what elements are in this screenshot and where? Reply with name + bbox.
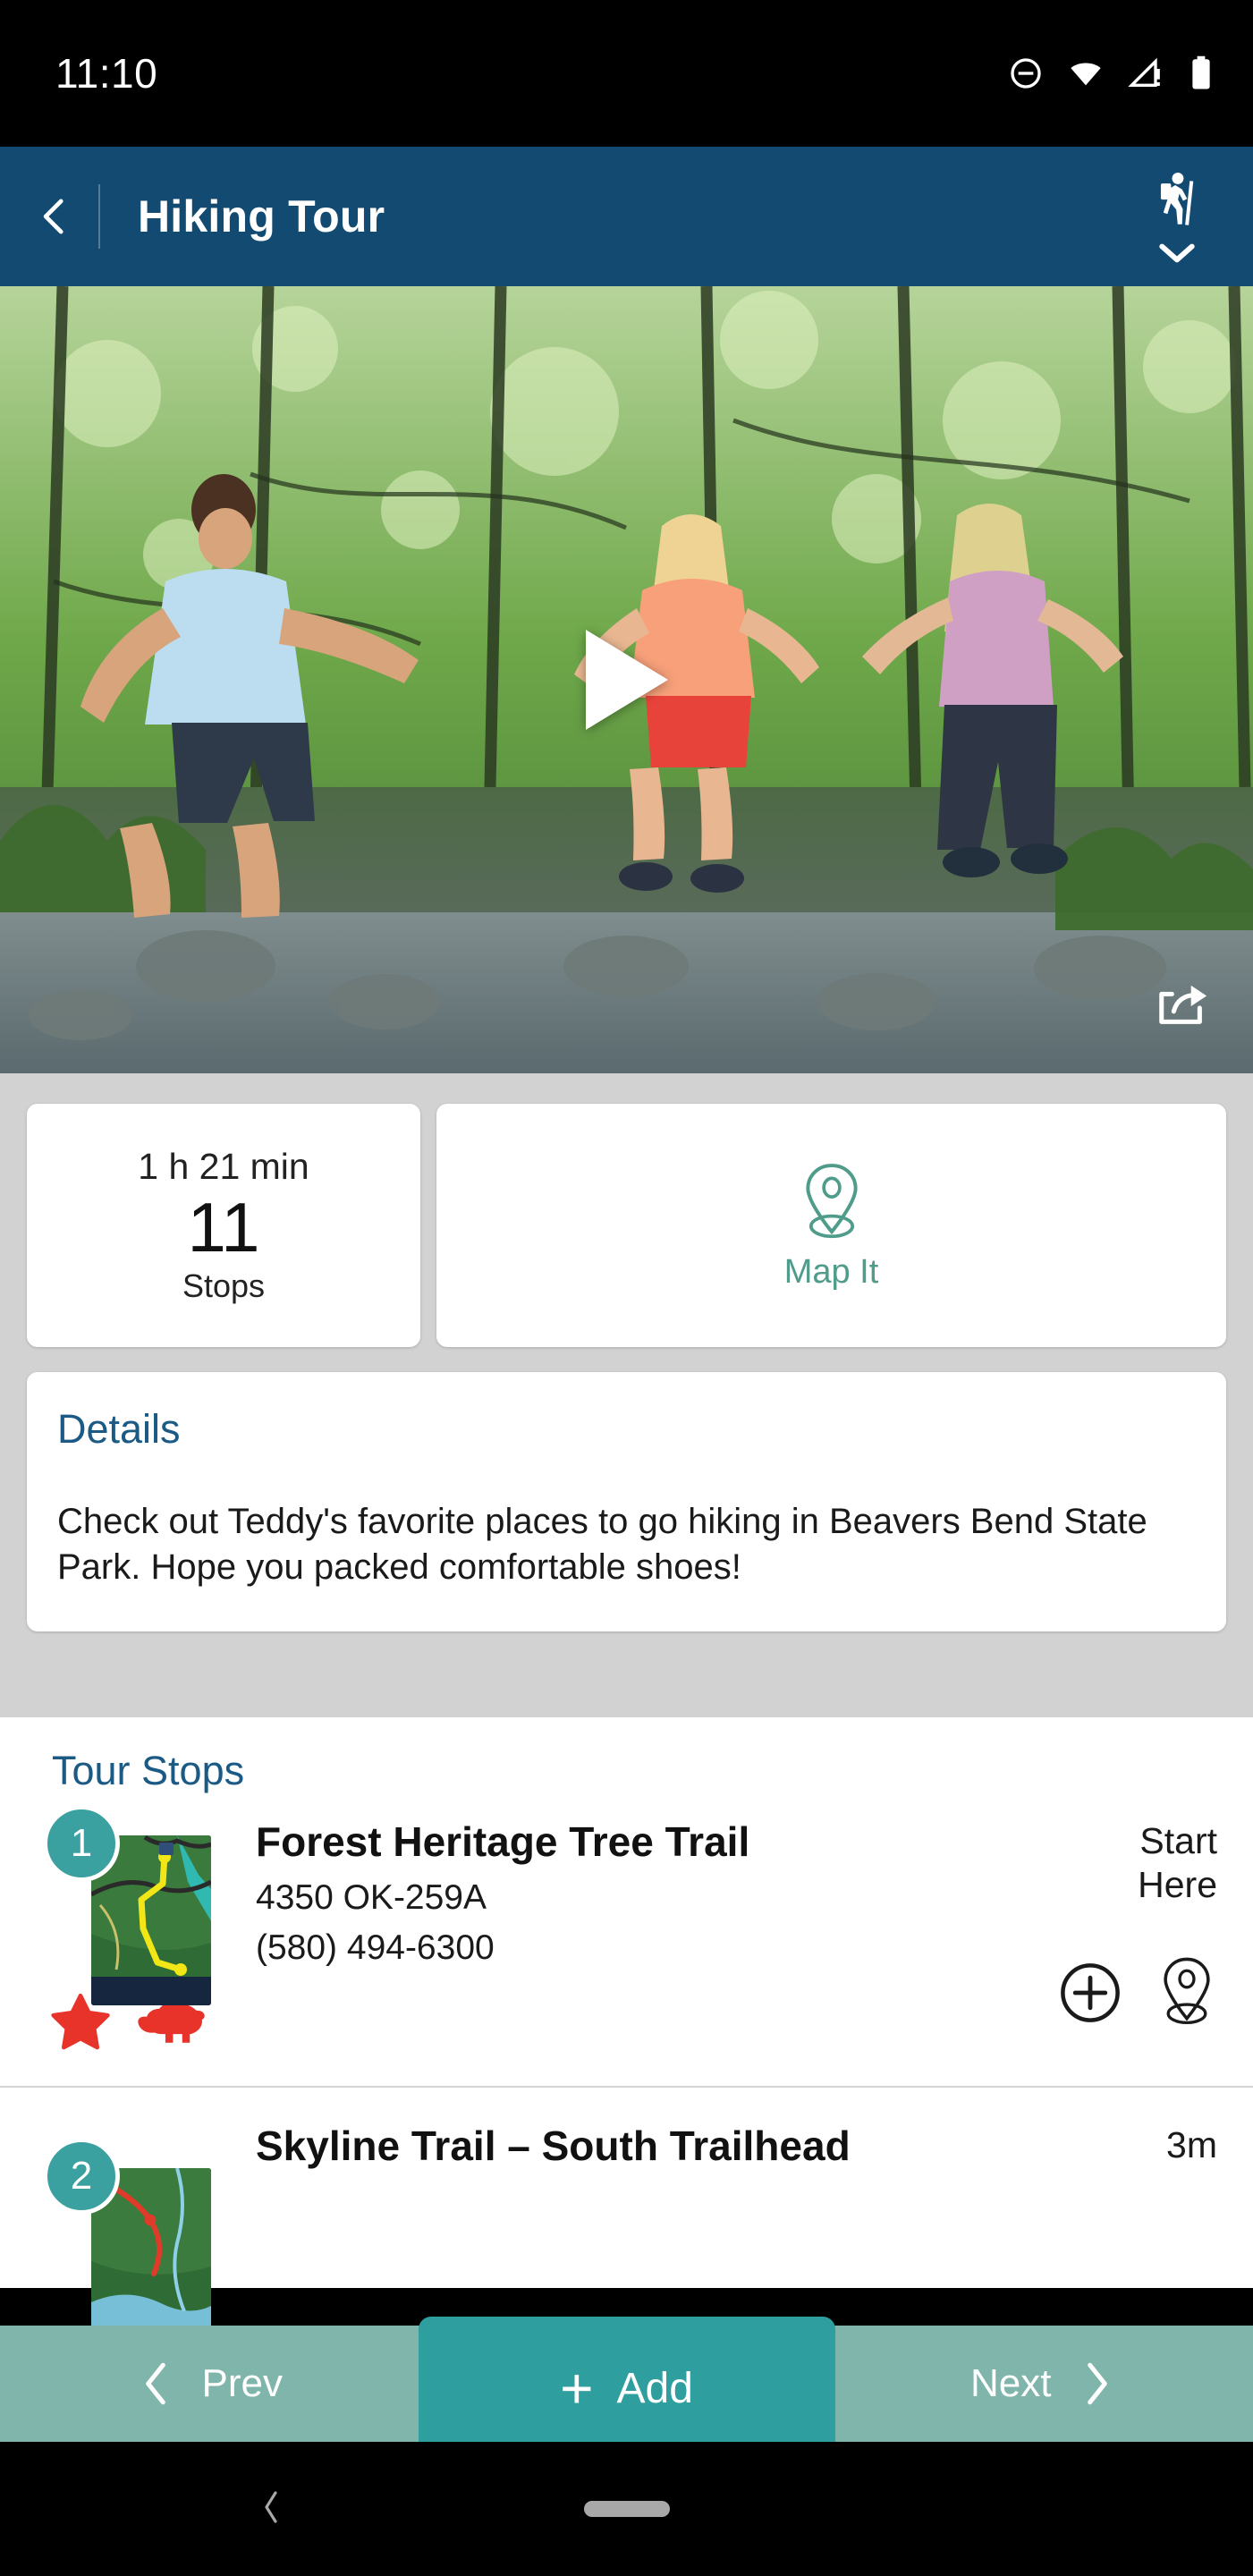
stop-thumbnail-wrap: 2 (36, 2123, 211, 2338)
stop-count-value: 11 (187, 1187, 260, 1267)
stop-info: Skyline Trail – South Trailhead (211, 2123, 985, 2170)
stop-title: Forest Heritage Tree Trail (256, 1818, 750, 1865)
do-not-disturb-icon (1008, 55, 1044, 91)
stop-number-badge: 1 (43, 1805, 120, 1882)
add-stop-button[interactable] (1058, 1961, 1122, 2029)
stop-eta-line1: Start (1139, 1820, 1217, 1861)
hiker-icon (1160, 172, 1194, 225)
chevron-left-icon (43, 199, 63, 234)
stop-eta-line2: Here (1138, 1864, 1217, 1906)
plus-circle-icon (1061, 1963, 1120, 2023)
header-back-button[interactable] (0, 147, 98, 286)
table-row[interactable]: 2 Skyline Trail – South Trailhead 3m (0, 2088, 1253, 2338)
stop-phone[interactable]: (580) 494-6300 (256, 1928, 985, 1968)
stop-info: Forest Heritage Tree Trail 4350 OK-259A … (51, 1818, 985, 2054)
chevron-down-icon (1159, 243, 1195, 263)
status-bar: 11:10 (0, 0, 1253, 147)
battery-icon (1189, 55, 1214, 92)
android-back-button[interactable] (259, 2489, 283, 2529)
details-heading: Details (57, 1406, 181, 1452)
cell-signal-warning-icon (1128, 55, 1165, 91)
map-pin-icon (1164, 1958, 1210, 2025)
page-title: Hiking Tour (138, 191, 385, 242)
map-pin-icon (805, 1163, 858, 1238)
header-divider (98, 184, 100, 249)
share-button[interactable] (1155, 981, 1210, 1032)
chevron-left-icon (145, 2362, 165, 2405)
duration-card: 1 h 21 min 11 Stops (27, 1104, 420, 1347)
next-label: Next (970, 2361, 1052, 2405)
stop-eta-line1: 3m (1166, 2123, 1217, 2165)
prev-label: Prev (201, 2361, 283, 2405)
wifi-icon (1067, 55, 1105, 91)
add-label: Add (616, 2364, 693, 2412)
summary-cards-row: 1 h 21 min 11 Stops Map It (0, 1073, 1253, 1347)
status-clock: 11:10 (55, 50, 158, 97)
android-home-pill[interactable] (583, 2501, 670, 2517)
add-button[interactable]: + Add (418, 2317, 835, 2460)
android-navigation-bar (0, 2442, 1253, 2576)
map-it-button[interactable]: Map It (436, 1104, 1226, 1347)
chevron-right-icon (1088, 2362, 1108, 2405)
stop-action-icons (1058, 1955, 1217, 2035)
stop-count-label: Stops (182, 1267, 266, 1305)
status-icon-group (1008, 55, 1214, 92)
stop-actions-column: 3m (985, 2123, 1217, 2170)
next-button[interactable]: Next (835, 2360, 1253, 2408)
hero-video[interactable] (0, 286, 1253, 1073)
map-it-label: Map It (783, 1252, 879, 1291)
details-card: Details Check out Teddy's favorite place… (27, 1372, 1226, 1632)
stop-actions-column: Start Here (985, 1819, 1217, 2054)
play-icon[interactable] (585, 630, 668, 730)
stop-number-badge: 2 (43, 2137, 120, 2215)
locate-stop-button[interactable] (1156, 1955, 1217, 2035)
phone-screen: 11:10 Hiking Tour 1 h 21 min 11 Stops Ma… (0, 0, 1253, 2576)
stop-title: Skyline Trail – South Trailhead (256, 2122, 851, 2169)
prev-button[interactable]: Prev (0, 2360, 419, 2408)
plus-icon: + (560, 2356, 594, 2420)
app-header: Hiking Tour (0, 147, 1253, 286)
tour-mode-button[interactable] (1101, 147, 1253, 286)
stop-thumbnail-wrap: 1 (36, 1805, 211, 2054)
duration-value: 1 h 21 min (138, 1145, 309, 1187)
chevron-left-icon (265, 2490, 277, 2523)
table-row[interactable]: 1 Forest Heritage Tree Trail 4350 OK-259… (0, 1794, 1253, 2054)
details-body: Check out Teddy's favorite places to go … (57, 1502, 1147, 1588)
stop-address: 4350 OK-259A (256, 1877, 487, 1917)
tour-stops-section: Tour Stops 1 Forest Heritage Tree Trail … (0, 1717, 1253, 2338)
share-icon (1159, 985, 1207, 1024)
tour-stops-heading: Tour Stops (52, 1748, 245, 1793)
